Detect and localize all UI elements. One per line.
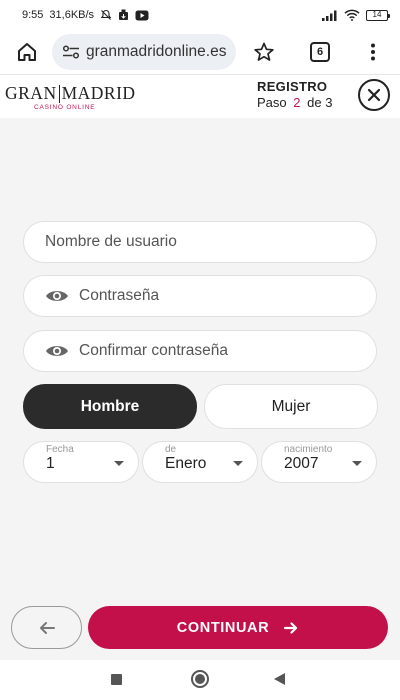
step-prefix: Paso [257,95,287,110]
step-indicator: Paso 2 de 3 [257,95,332,110]
close-icon [367,88,381,102]
gender-male-button[interactable]: Hombre [23,384,197,429]
birth-month-value: Enero [165,455,207,472]
registration-progress: REGISTRO Paso 2 de 3 [257,79,332,110]
password-field[interactable]: Contraseña [23,275,377,317]
status-bar: 9:55 31,6KB/s 14 [0,0,400,30]
chevron-down-icon [352,461,362,466]
close-button[interactable] [358,79,390,111]
download-icon [118,9,129,21]
browser-toolbar: granmadridonline.es 6 [0,30,400,74]
address-bar[interactable]: granmadridonline.es [52,34,236,70]
chevron-down-icon [114,461,124,466]
wifi-icon [344,9,360,21]
signal-icon [322,10,338,21]
site-header: GRAN MADRID CASINO ONLINE REGISTRO Paso … [0,74,400,118]
confirm-password-field[interactable]: Confirmar contraseña [23,330,377,372]
back-arrow-icon [38,621,56,635]
birth-year-value: 2007 [284,455,319,472]
continue-label: CONTINUAR [176,619,270,636]
username-placeholder: Nombre de usuario [45,233,177,250]
birth-month-select[interactable]: de Enero [142,441,258,483]
recents-icon[interactable] [111,674,122,685]
tabs-count: 6 [310,42,330,62]
birth-label-3: nacimiento [284,444,333,455]
back-button[interactable] [11,606,82,649]
logo-subtitle: CASINO ONLINE [34,104,96,111]
gender-female-button[interactable]: Mujer [204,384,378,429]
continue-button[interactable]: CONTINUAR [88,606,388,649]
more-menu-icon[interactable] [359,38,387,66]
birth-day-select[interactable]: Fecha 1 [23,441,139,483]
network-speed: 31,6KB/s [49,9,95,21]
url-text: granmadridonline.es [86,43,227,60]
username-field[interactable]: Nombre de usuario [23,221,377,263]
site-settings-icon[interactable] [62,45,80,59]
birth-label-2: de [165,444,177,455]
status-time: 9:55 [22,9,44,21]
eye-icon[interactable] [45,288,69,304]
back-nav-icon[interactable] [274,673,285,685]
youtube-icon [135,10,149,21]
logo-right: MADRID [61,83,136,103]
birth-label-1: Fecha [46,444,74,455]
step-total: 3 [325,95,333,110]
chevron-down-icon [233,461,243,466]
logo-divider [58,84,60,103]
password-placeholder: Contraseña [79,287,160,304]
home-icon[interactable] [13,38,41,66]
brand-logo[interactable]: GRAN MADRID CASINO ONLINE [5,83,145,111]
page-title: REGISTRO [257,79,328,94]
confirm-password-placeholder: Confirmar contraseña [79,342,229,359]
bookmark-star-icon[interactable] [250,38,278,66]
forward-arrow-icon [283,621,299,635]
logo-left: GRAN [5,83,57,103]
birth-year-select[interactable]: nacimiento 2007 [261,441,377,483]
system-nav-bar [0,660,400,700]
battery-level: 14 [372,10,382,19]
birth-day-value: 1 [46,455,55,472]
battery-icon: 14 [366,9,390,21]
home-nav-icon[interactable] [191,670,209,688]
eye-icon[interactable] [45,343,69,359]
step-sep: de [307,95,322,110]
tabs-icon[interactable]: 6 [306,38,334,66]
step-current: 2 [293,95,301,110]
mute-icon [100,9,112,21]
